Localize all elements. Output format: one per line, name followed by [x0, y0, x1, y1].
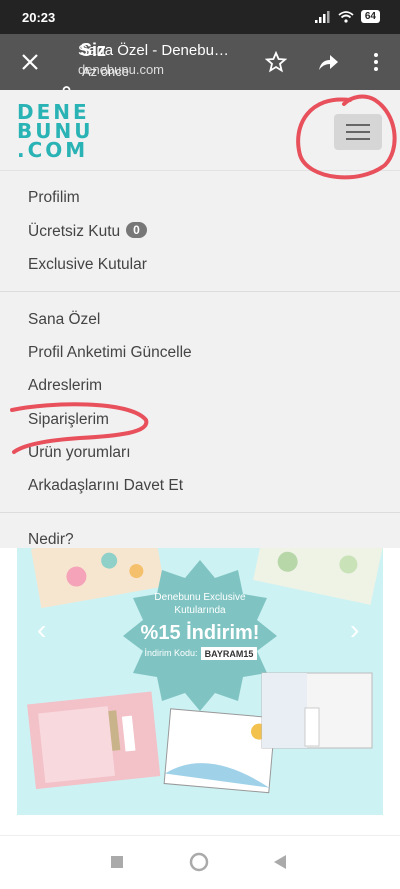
menu-item-ucretsiz-kutu[interactable]: Ücretsiz Kutu 0 — [28, 222, 147, 241]
banner-artwork: ‹ › Denebunu Exclusive Kutularında %15 İ… — [27, 548, 383, 794]
back-icon[interactable] — [272, 854, 288, 870]
menu-item-profilim[interactable]: Profilim — [28, 189, 80, 207]
product-box-image — [163, 708, 276, 794]
menu-item-sana-ozel[interactable]: Sana Özel — [28, 311, 100, 329]
hamburger-line — [346, 131, 370, 133]
star-icon — [265, 51, 287, 73]
hamburger-line — [346, 138, 370, 140]
menu-item-siparislerim[interactable]: Siparişlerim — [28, 411, 109, 429]
banner-code: BAYRAM15 — [205, 649, 254, 659]
bookmark-button[interactable] — [262, 48, 290, 76]
product-box-image — [253, 548, 383, 605]
menu-item-adreslerim[interactable]: Adreslerim — [28, 377, 102, 395]
banner-next-arrow[interactable]: › — [350, 614, 359, 645]
menu-item-arkadaslarini-davet-et[interactable]: Arkadaşlarını Davet Et — [28, 477, 183, 495]
dropdown-menu: Profilim Ücretsiz Kutu 0 Exclusive Kutula… — [0, 171, 400, 548]
status-time: 20:23 — [22, 10, 56, 25]
share-button[interactable] — [314, 48, 342, 76]
product-box-image — [261, 672, 373, 749]
home-icon[interactable] — [189, 852, 209, 872]
site-header: DENE BUNU .COM — [0, 90, 400, 171]
signal-icon — [314, 10, 330, 23]
status-icons: 64 — [314, 10, 380, 23]
banner-discount: %15 İndirim! — [141, 621, 260, 644]
banner-prev-arrow[interactable]: ‹ — [37, 614, 46, 645]
notification-title: Siz — [80, 40, 107, 60]
share-icon — [319, 55, 338, 70]
close-tab-button[interactable] — [16, 48, 44, 76]
menu-item-exclusive-kutular[interactable]: Exclusive Kutular — [28, 256, 147, 274]
status-bar: 20:23 64 — [0, 0, 400, 34]
notification-subtitle: Az önce — [82, 64, 129, 79]
system-nav-bar — [0, 835, 400, 889]
browser-toolbar: Sana Özel - Denebu… denebunu.com Siz Az … — [0, 34, 400, 101]
count-badge: 0 — [126, 222, 147, 238]
menu-item-label: Ücretsiz Kutu — [28, 223, 121, 240]
recents-icon[interactable] — [110, 855, 124, 869]
hamburger-line — [346, 124, 370, 126]
site-logo[interactable]: DENE BUNU .COM — [17, 102, 93, 160]
menu-item-profil-anketi[interactable]: Profil Anketimi Güncelle — [28, 344, 192, 362]
menu-item-urun-yorumlari[interactable]: Ürün yorumları — [28, 444, 131, 462]
wifi-icon — [338, 10, 354, 23]
menu-divider — [0, 291, 400, 292]
menu-divider — [0, 512, 400, 513]
banner-line2: Kutularında — [174, 605, 226, 616]
banner-code-label: İndirim Kodu: — [144, 648, 197, 658]
banner-line1: Denebunu Exclusive — [154, 592, 246, 603]
hamburger-menu-button[interactable] — [334, 114, 382, 150]
more-options-button[interactable] — [362, 48, 390, 76]
menu-item-nedir[interactable]: Nedir? — [28, 531, 74, 549]
product-box-image — [27, 691, 161, 790]
promo-banner[interactable]: ‹ › Denebunu Exclusive Kutularında %15 İ… — [17, 548, 383, 815]
close-icon — [22, 54, 38, 70]
more-vertical-icon — [374, 53, 378, 71]
battery-indicator: 64 — [360, 10, 380, 23]
